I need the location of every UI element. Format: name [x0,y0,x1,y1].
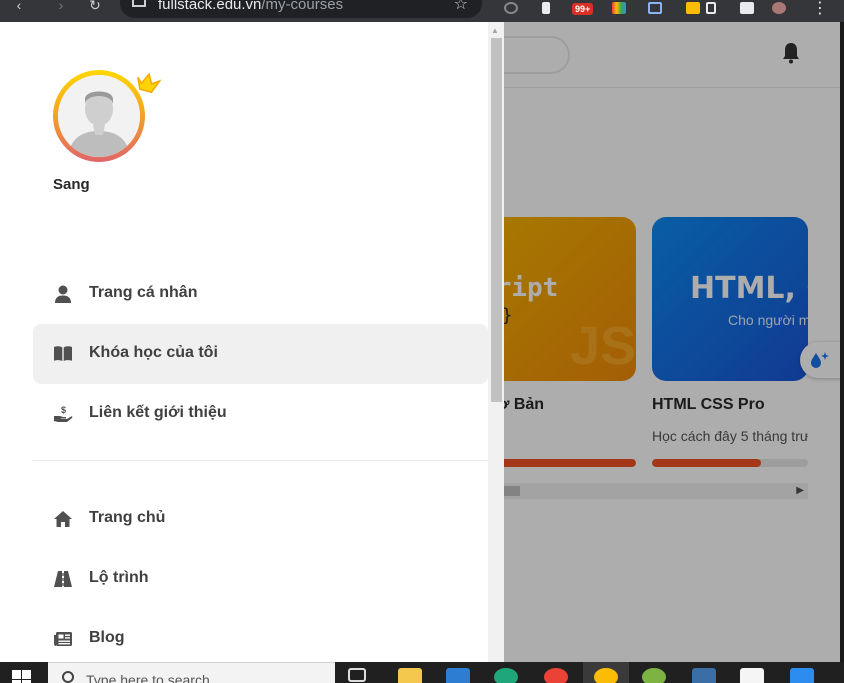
menu-item-label: Liên kết giới thiệu [89,404,227,421]
menu-item-label: Lộ trình [89,569,149,586]
store-icon[interactable] [446,668,470,683]
extension-icon[interactable] [648,2,662,14]
task-view-icon[interactable] [348,668,366,682]
chrome-icon[interactable] [594,668,618,683]
extension-icon[interactable] [706,2,716,14]
scroll-up-arrow-icon[interactable]: ▲ [491,26,499,35]
back-arrow-icon[interactable]: ‹ [8,0,30,18]
extension-badge[interactable]: 99+ [572,3,594,15]
hand-coin-icon: $ [54,405,73,422]
navigation-drawer: Sang Trang cá nhân Khóa học của tôi $ Li… [0,22,504,662]
address-bar[interactable]: fullstack.edu.vn/my-courses ☆ [120,0,482,18]
menu-item-label: Khóa học của tôi [89,344,218,361]
forward-arrow-icon[interactable]: › [50,0,72,18]
menu-divider [33,460,488,461]
extension-icon[interactable] [542,2,550,14]
search-icon [62,671,74,683]
url-path: /my-courses [261,0,344,13]
windows-start-icon[interactable] [12,670,32,683]
user-icon [55,285,71,303]
menu-item-blog[interactable]: Blog [33,609,488,662]
site-info-icon[interactable] [132,0,146,7]
windows-taskbar: Type here to search [0,662,844,683]
reload-icon[interactable]: ↻ [84,0,106,18]
vertical-scrollbar[interactable]: ▲ [488,22,504,662]
menu-item-profile[interactable]: Trang cá nhân [33,264,488,324]
url-host: fullstack.edu.vn [158,0,262,13]
bookmark-star-icon[interactable]: ☆ [454,0,468,14]
avatar[interactable] [53,70,145,162]
menu-item-roadmap[interactable]: Lộ trình [33,549,488,609]
menu-item-my-courses[interactable]: Khóa học của tôi [33,324,488,384]
road-icon [54,571,72,587]
vscode-icon[interactable] [790,668,814,683]
username[interactable]: Sang [53,176,90,193]
app-icon[interactable] [692,668,716,683]
extension-icon[interactable] [504,2,518,14]
sidebar-toggle-icon[interactable] [740,2,754,14]
profile-avatar-icon[interactable] [772,2,786,14]
scrollbar-thumb[interactable] [491,38,502,402]
edge-icon[interactable] [494,668,518,683]
extension-icon[interactable] [612,2,626,14]
newspaper-icon [54,632,72,646]
zalo-icon[interactable] [740,668,764,683]
menu-item-referral[interactable]: $ Liên kết giới thiệu [33,384,488,444]
book-open-icon [54,346,72,361]
chrome-icon[interactable] [544,668,568,683]
menu-item-label: Trang chủ [89,509,166,526]
menu-item-label: Trang cá nhân [89,284,198,301]
svg-text:$: $ [61,405,66,415]
kebab-menu-icon[interactable]: ⋮ [812,0,828,18]
menu-item-label: Blog [89,629,125,646]
file-explorer-icon[interactable] [398,668,422,683]
crown-icon [137,72,162,94]
browser-toolbar: ‹ › ↻ fullstack.edu.vn/my-courses ☆ 99+ … [0,0,844,22]
extension-icon[interactable] [686,2,700,14]
menu-item-home[interactable]: Trang chủ [33,489,488,549]
default-user-avatar-icon [58,75,140,157]
home-icon [54,511,72,527]
url-text: fullstack.edu.vn/my-courses [158,0,343,13]
window-edge [840,22,844,662]
taskbar-search-box[interactable]: Type here to search [48,662,335,683]
app-icon[interactable] [642,668,666,683]
taskbar-search-placeholder: Type here to search [86,672,210,683]
